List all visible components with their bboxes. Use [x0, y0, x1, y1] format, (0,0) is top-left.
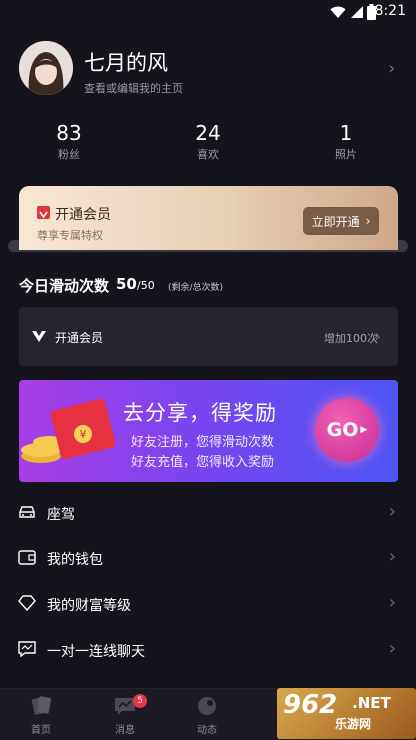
- vip-card-subtitle: 尊享专属特权: [37, 229, 103, 242]
- stat-likes-label: 喜欢: [197, 148, 219, 161]
- banner-title: 去分享，得奖励: [123, 401, 277, 425]
- go-button[interactable]: GO ▶: [315, 398, 379, 462]
- tab-home[interactable]: 首页: [11, 692, 71, 736]
- vip-heart-icon: [37, 206, 50, 219]
- tab-label: 消息: [115, 725, 135, 736]
- menu-item-wealth-level[interactable]: 我的财富等级 ›: [0, 581, 416, 627]
- chat-icon: [18, 641, 36, 657]
- wallet-icon: [18, 550, 36, 565]
- menu-item-one-on-one-chat[interactable]: 一对一连线聊天 ›: [0, 627, 416, 673]
- swipe-count-total: /50: [137, 279, 155, 292]
- play-triangle-icon: ▶: [360, 425, 368, 435]
- watermark-site: 乐游网: [335, 717, 372, 731]
- wifi-icon: [330, 6, 346, 18]
- swipe-count-title: 今日滑动次数: [19, 277, 110, 295]
- chevron-right-icon: ›: [365, 214, 371, 228]
- tab-label: 首页: [31, 725, 51, 736]
- open-vip-button-label: 立即开通: [311, 214, 360, 229]
- status-time: 8:21: [374, 3, 406, 19]
- profile-chevron-icon[interactable]: ›: [388, 58, 395, 79]
- menu-item-label: 我的财富等级: [47, 598, 131, 614]
- go-button-label: GO: [326, 419, 359, 441]
- stat-fans-label: 粉丝: [58, 148, 80, 161]
- member-row-label: 开通会员: [55, 331, 104, 345]
- svg-text:¥: ¥: [80, 428, 87, 441]
- member-row-right-text: 增加100次: [324, 332, 378, 345]
- menu-item-wallet[interactable]: 我的钱包 ›: [0, 535, 416, 581]
- message-badge: 5: [133, 694, 147, 708]
- stat-photos-label: 照片: [335, 148, 357, 161]
- profile-name: 七月的风: [84, 51, 168, 75]
- profile-subtitle[interactable]: 查看或编辑我的主页: [84, 80, 183, 96]
- chevron-right-icon: ›: [388, 592, 396, 613]
- signal-icon: [351, 6, 363, 18]
- banner-line-2: 好友充值，您得收入奖励: [131, 455, 275, 470]
- tab-moments[interactable]: 动态: [177, 692, 237, 736]
- swipe-count-note: (剩余/总次数): [168, 283, 224, 293]
- menu-item-label: 座驾: [47, 507, 75, 523]
- avatar-image: [19, 41, 73, 95]
- vip-card-title: 开通会员: [55, 207, 111, 223]
- watermark-tld: .NET: [352, 694, 391, 712]
- stat-fans-value[interactable]: 83: [29, 121, 109, 145]
- banner-line-1: 好友注册，您得滑动次数: [131, 435, 275, 450]
- stat-likes-value[interactable]: 24: [168, 121, 248, 145]
- member-row-chevron-icon: ›: [374, 326, 382, 347]
- tab-label: 动态: [197, 725, 217, 736]
- red-envelope-coins-icon: ¥: [21, 398, 116, 463]
- menu-item-label: 一对一连线聊天: [47, 644, 145, 660]
- cards-icon: [31, 696, 51, 715]
- moments-icon: [198, 697, 216, 715]
- status-bar: 8:21: [0, 0, 416, 24]
- chevron-right-icon: ›: [388, 638, 396, 659]
- chevron-right-icon: ›: [388, 546, 396, 567]
- chevron-right-icon: ›: [388, 501, 396, 522]
- car-icon: [19, 506, 35, 518]
- vip-v-icon: [32, 331, 46, 342]
- avatar[interactable]: [19, 41, 73, 95]
- stat-photos-value[interactable]: 1: [306, 121, 386, 145]
- menu-item-car[interactable]: 座驾 ›: [0, 490, 416, 536]
- diamond-icon: [18, 595, 36, 611]
- watermark-brand: 962: [283, 690, 338, 720]
- open-vip-button[interactable]: 立即开通 ›: [303, 207, 379, 235]
- menu-item-label: 我的钱包: [47, 552, 103, 568]
- swipe-count-value: 50: [116, 275, 137, 293]
